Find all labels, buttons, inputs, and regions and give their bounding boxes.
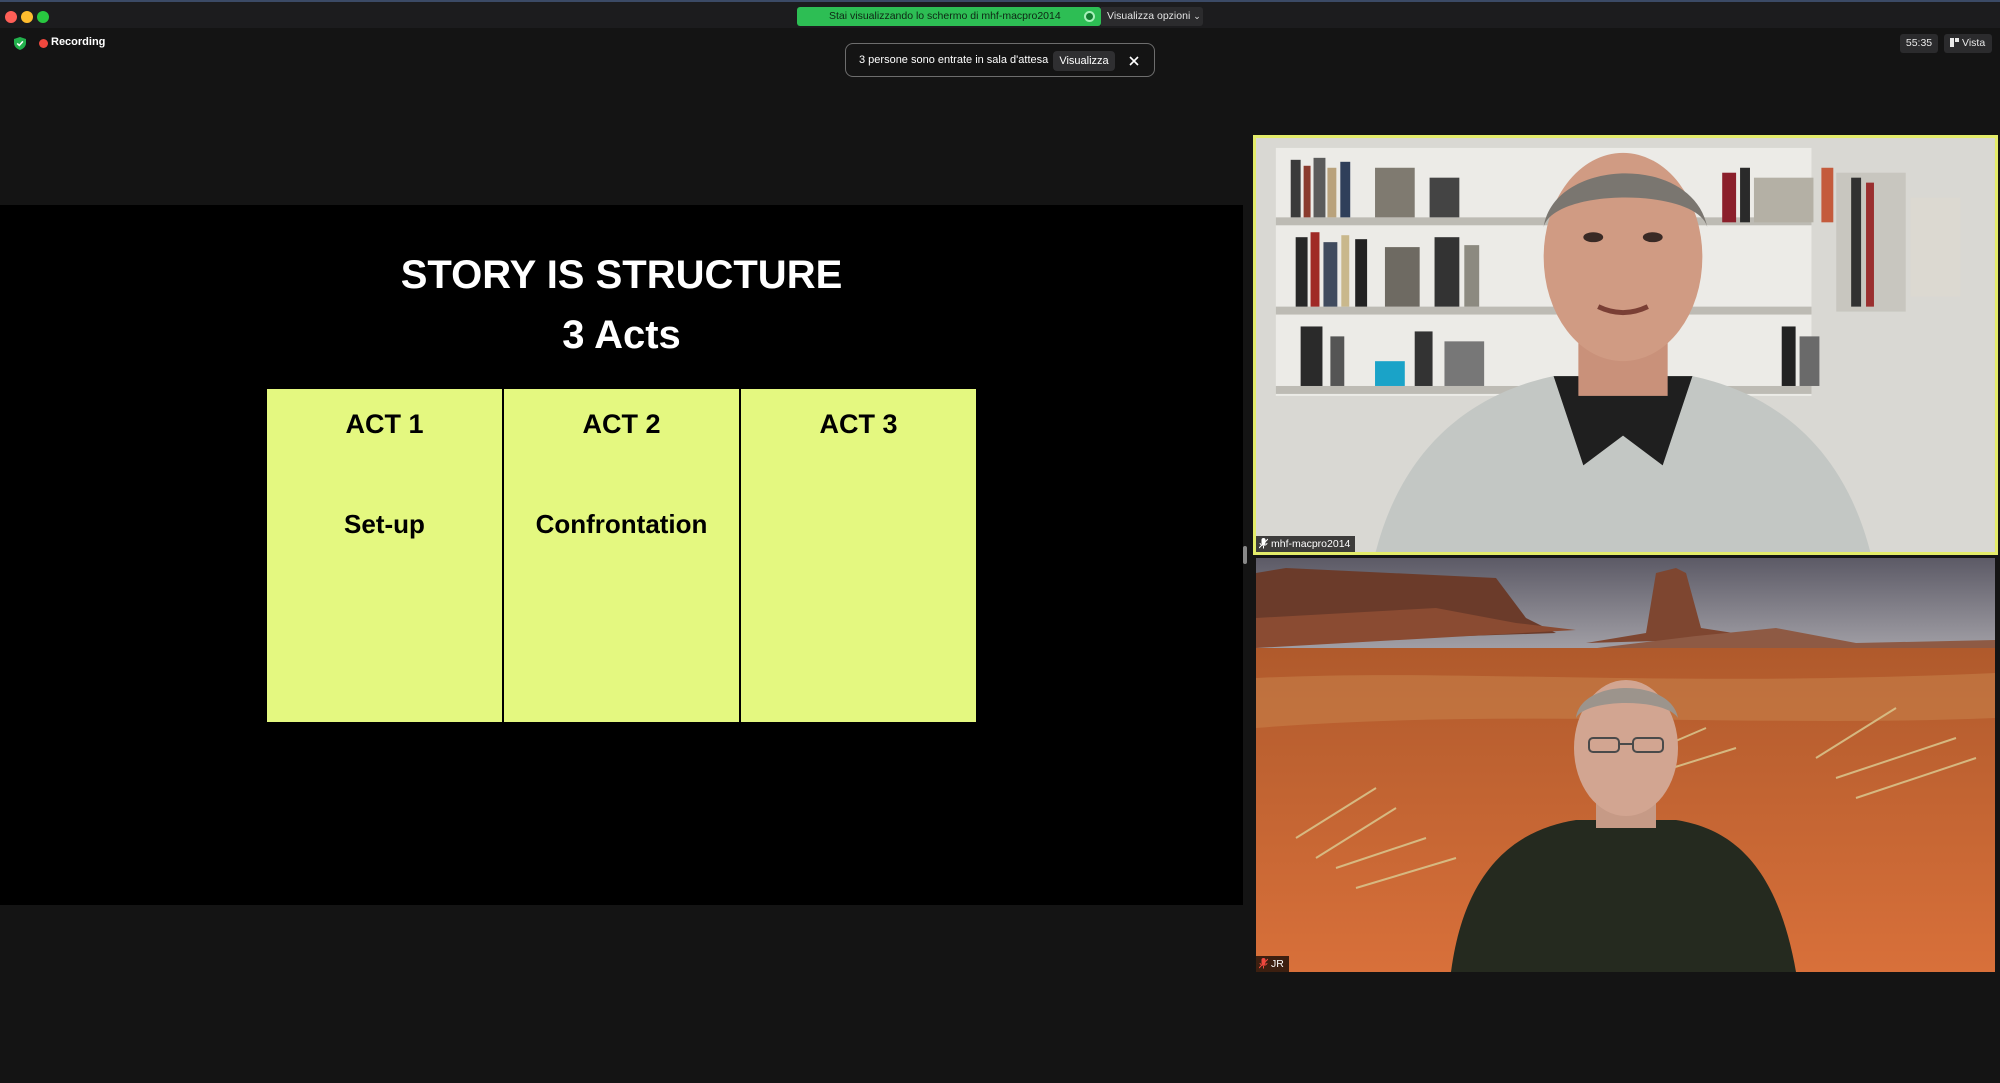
shared-screen-slide: STORY IS STRUCTURE 3 Acts ACT 1 Set-up A… — [0, 205, 1243, 905]
mic-muted-icon — [1258, 958, 1269, 969]
participant-video-tile[interactable]: JR — [1256, 558, 1995, 972]
waiting-room-message: 3 persone sono entrate in sala d'attesa — [859, 54, 1049, 66]
participant-name-tag: mhf-macpro2014 — [1256, 536, 1356, 552]
meeting-window: Stai visualizzando lo schermo di mhf-mac… — [0, 0, 2000, 1083]
participant-video-feed — [1256, 138, 1995, 552]
chevron-down-icon: ⌄ — [1193, 11, 1201, 21]
view-button[interactable]: Vista — [1944, 34, 1992, 53]
close-window-button[interactable] — [5, 11, 17, 23]
act-description: Set-up — [344, 509, 425, 539]
grid-view-icon — [1950, 38, 1959, 47]
participant-video-tile[interactable]: mhf-macpro2014 — [1253, 135, 1998, 555]
share-status-icon — [1084, 11, 1095, 22]
view-button-label: Vista — [1962, 37, 1986, 49]
act-description: Confrontation — [535, 509, 708, 539]
act-title: ACT 2 — [582, 409, 661, 439]
participant-name: mhf-macpro2014 — [1271, 538, 1351, 550]
panel-resize-handle[interactable] — [1243, 546, 1247, 564]
view-waiting-room-button[interactable]: Visualizza — [1053, 51, 1115, 71]
act-title: ACT 3 — [819, 409, 898, 439]
title-bar: Stai visualizzando lo schermo di mhf-mac… — [0, 0, 2000, 28]
participant-video-feed — [1256, 558, 1995, 972]
act-box: ACT 2 Confrontation — [504, 389, 739, 722]
meeting-timer: 55:35 — [1900, 34, 1938, 53]
act-box: ACT 1 Set-up — [267, 389, 502, 722]
view-options-label: Visualizza opzioni — [1107, 10, 1191, 22]
waiting-room-notification: 3 persone sono entrate in sala d'attesa … — [845, 43, 1155, 77]
recording-label[interactable]: Recording — [51, 36, 105, 48]
slide-title: STORY IS STRUCTURE — [400, 253, 843, 297]
mic-muted-icon — [1258, 538, 1269, 549]
view-options-button[interactable]: Visualizza opzioni ⌄ — [1101, 7, 1203, 26]
screen-share-banner-text: Stai visualizzando lo schermo di mhf-mac… — [829, 10, 1061, 22]
participant-name-tag: JR — [1256, 956, 1289, 972]
slide-subtitle: 3 Acts — [562, 313, 681, 357]
fullscreen-window-button[interactable] — [37, 11, 49, 23]
act-box: ACT 3 — [741, 389, 976, 722]
participant-name: JR — [1271, 958, 1284, 970]
act-title: ACT 1 — [345, 409, 424, 439]
screen-share-banner: Stai visualizzando lo schermo di mhf-mac… — [797, 7, 1101, 26]
recording-indicator-icon — [39, 39, 48, 48]
shield-icon[interactable] — [14, 37, 26, 50]
minimize-window-button[interactable] — [21, 11, 33, 23]
close-icon[interactable] — [1125, 52, 1143, 70]
